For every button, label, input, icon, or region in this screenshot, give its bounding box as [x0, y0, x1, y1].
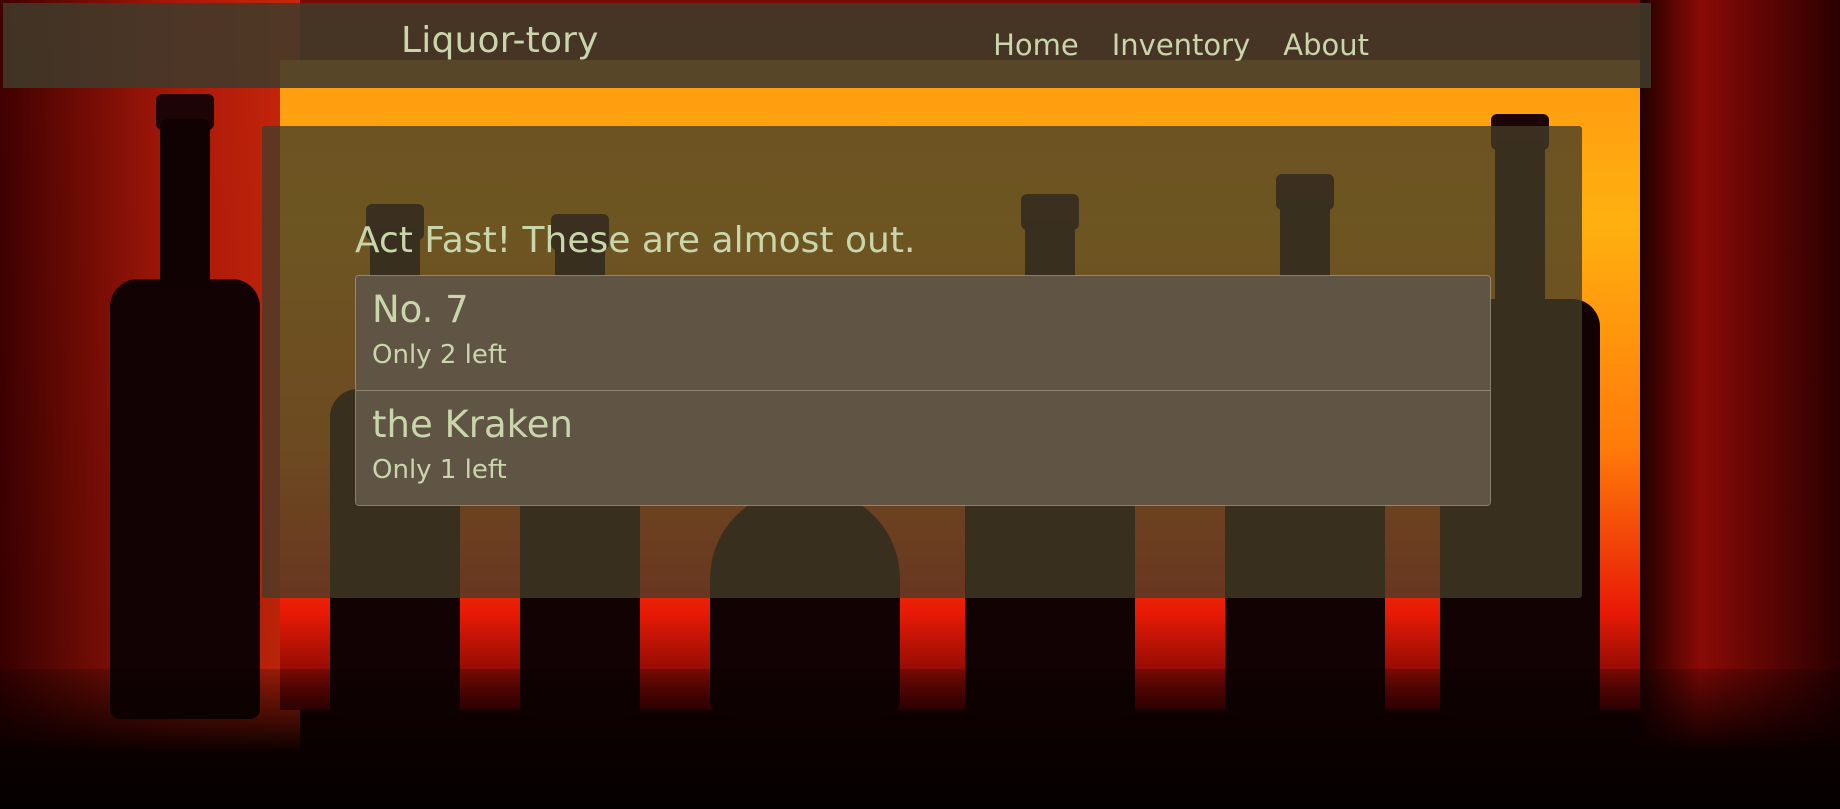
navbar: Liquor-tory Home Inventory About: [3, 3, 1651, 88]
brand-logo-link[interactable]: Liquor-tory: [401, 20, 599, 61]
low-stock-list: No. 7 Only 2 left the Kraken Only 1 left: [355, 275, 1491, 506]
low-stock-panel: Act Fast! These are almost out. No. 7 On…: [262, 126, 1582, 598]
item-name: No. 7: [372, 288, 469, 331]
list-item-the-kraken[interactable]: the Kraken Only 1 left: [356, 390, 1490, 505]
nav-link-home[interactable]: Home: [993, 28, 1079, 62]
list-item-no-7[interactable]: No. 7 Only 2 left: [356, 276, 1490, 390]
item-stock-count: Only 1 left: [372, 455, 507, 485]
low-stock-heading: Act Fast! These are almost out.: [355, 220, 916, 261]
nav-link-inventory[interactable]: Inventory: [1112, 28, 1251, 62]
item-name: the Kraken: [372, 403, 573, 446]
item-stock-count: Only 2 left: [372, 340, 507, 370]
nav-links: Home Inventory About: [993, 28, 1369, 62]
nav-link-about[interactable]: About: [1283, 28, 1369, 62]
